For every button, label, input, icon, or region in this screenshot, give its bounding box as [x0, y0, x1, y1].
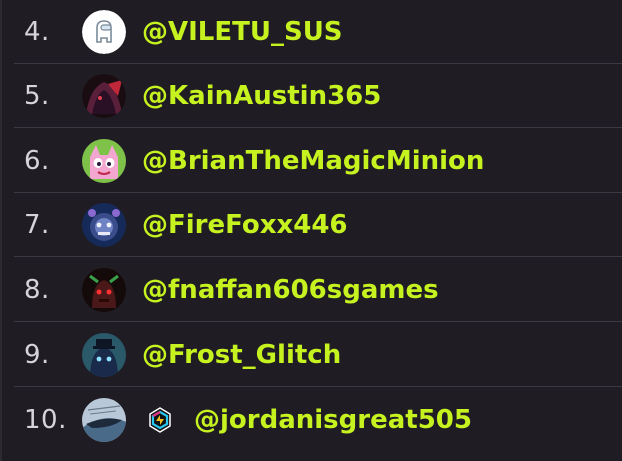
username-link[interactable]: @Frost_Glitch: [142, 340, 341, 370]
leaderboard-row[interactable]: 6. @BrianTheMagicMinion: [14, 129, 622, 193]
leaderboard-row[interactable]: 5. @KainAustin365: [14, 64, 622, 128]
leaderboard-row[interactable]: 8. @fnaffan606sgames: [14, 258, 622, 322]
verified-badge-icon: [147, 407, 173, 433]
user-avatar[interactable]: [82, 332, 126, 377]
leaderboard-list: 4. @VILETU_SUS 5. @KainAustin365 6. @Bri…: [0, 0, 622, 461]
rank-number: 5.: [24, 80, 50, 111]
rank-number: 8.: [24, 274, 50, 305]
username-link[interactable]: @BrianTheMagicMinion: [142, 146, 484, 176]
rank-number: 10.: [24, 405, 67, 435]
rank-number: 9.: [24, 339, 50, 370]
user-avatar[interactable]: [82, 138, 126, 183]
leaderboard-row[interactable]: 7. @FireFoxx446: [14, 193, 622, 257]
username-link[interactable]: @FireFoxx446: [142, 210, 348, 240]
leaderboard-row[interactable]: 4. @VILETU_SUS: [14, 0, 622, 64]
rank-number: 7.: [24, 209, 50, 240]
user-avatar[interactable]: [82, 267, 126, 312]
user-avatar[interactable]: [82, 398, 126, 442]
username-link[interactable]: @VILETU_SUS: [142, 17, 343, 47]
username-link[interactable]: @fnaffan606sgames: [142, 275, 439, 305]
user-avatar[interactable]: [82, 202, 126, 247]
user-avatar[interactable]: [82, 73, 126, 118]
user-avatar[interactable]: [82, 9, 126, 54]
username-link[interactable]: @jordanisgreat505: [194, 405, 472, 435]
rank-number: 4.: [24, 16, 50, 47]
username-link[interactable]: @KainAustin365: [142, 81, 381, 111]
leaderboard-row[interactable]: 9. @Frost_Glitch: [14, 323, 622, 387]
leaderboard-row[interactable]: 10. @jordanisgreat505: [14, 388, 622, 452]
rank-number: 6.: [24, 145, 50, 176]
